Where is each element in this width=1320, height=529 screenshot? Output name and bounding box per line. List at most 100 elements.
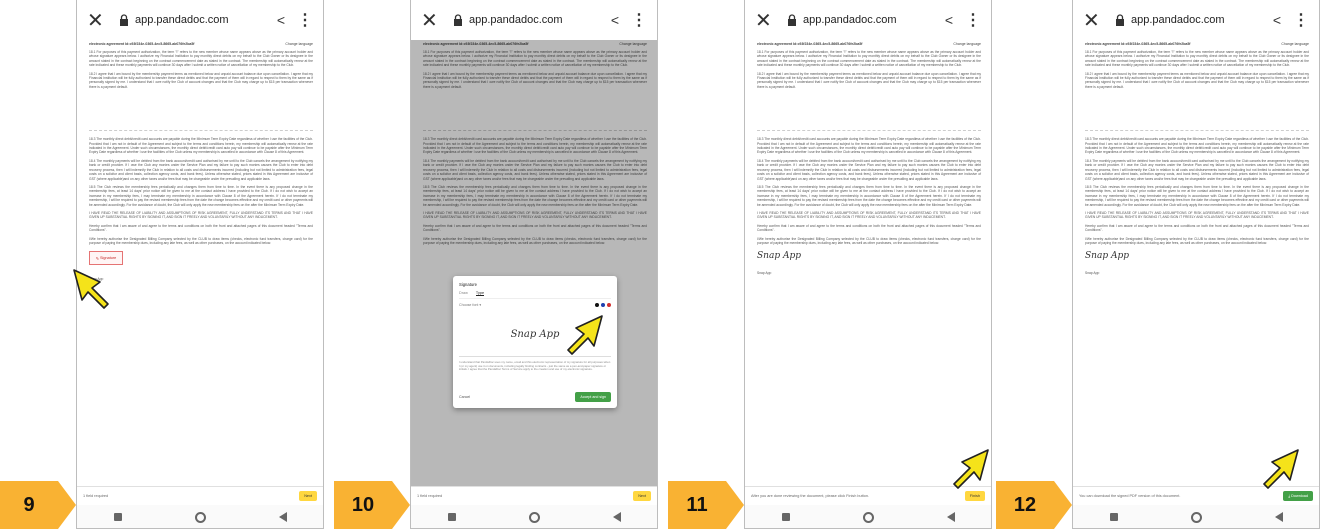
change-language-link[interactable]: Change language bbox=[953, 42, 981, 46]
url-text: app.pandadoc.com bbox=[469, 14, 563, 26]
paragraph: 18.4 The monthly payments will be debite… bbox=[89, 158, 313, 181]
recents-icon[interactable] bbox=[781, 513, 790, 521]
close-icon[interactable]: ✕ bbox=[755, 8, 777, 33]
back-icon[interactable] bbox=[612, 512, 621, 522]
step-badge: 11 bbox=[668, 481, 744, 529]
document-title: electronic agreement Id:c93f234e-0365-4e… bbox=[757, 42, 863, 46]
paragraph: I/We hereby authorise the Designated Bil… bbox=[757, 236, 981, 245]
paragraph: I HAVE READ THE RELEASE OF LIABILITY AND… bbox=[1085, 210, 1309, 220]
paragraph: 18.5 The Club reviews the membership fee… bbox=[89, 184, 313, 207]
paragraph: 18.4 The monthly payments will be debite… bbox=[757, 158, 981, 181]
close-icon[interactable]: ✕ bbox=[1083, 8, 1105, 33]
step-badge: 10 bbox=[334, 481, 410, 529]
paragraph: 18.1 For purposes of this payment author… bbox=[89, 50, 313, 68]
color-red-swatch[interactable] bbox=[607, 303, 611, 307]
signature-field[interactable]: ✎ Signature bbox=[89, 251, 123, 266]
home-icon[interactable] bbox=[862, 511, 874, 523]
document-title: electronic agreement Id:c93f234e-0365-4e… bbox=[1085, 42, 1191, 46]
font-row: Choose font ▾ bbox=[459, 303, 611, 307]
color-black-swatch[interactable] bbox=[595, 303, 599, 307]
url-text: app.pandadoc.com bbox=[803, 14, 897, 26]
browser-bar: ✕ app.pandadoc.com < ⋮ bbox=[745, 0, 991, 40]
change-language-link[interactable]: Change language bbox=[285, 42, 313, 46]
share-icon[interactable]: < bbox=[277, 12, 285, 28]
more-options-icon[interactable]: ⋮ bbox=[965, 10, 981, 30]
paragraph: Hereby confirm that I am aware of and ag… bbox=[89, 223, 313, 233]
android-nav-bar bbox=[411, 505, 657, 528]
phone-screen-step-9: ✕ app.pandadoc.com < ⋮ electronic agreem… bbox=[76, 0, 324, 529]
step-number: 10 bbox=[351, 493, 375, 516]
home-icon[interactable] bbox=[194, 511, 206, 523]
download-button[interactable]: ⤓ Download bbox=[1283, 490, 1313, 501]
share-icon[interactable]: < bbox=[611, 12, 619, 28]
signer-name: Snap App bbox=[1085, 271, 1100, 276]
lock-icon bbox=[120, 14, 128, 26]
page-break bbox=[89, 93, 313, 132]
android-nav-bar bbox=[1073, 505, 1319, 528]
finish-button[interactable]: Finish bbox=[964, 490, 985, 501]
share-icon[interactable]: < bbox=[1273, 12, 1281, 28]
back-icon[interactable] bbox=[278, 512, 287, 522]
close-icon[interactable]: ✕ bbox=[421, 8, 443, 33]
footer-bar: 1 field required Next bbox=[77, 486, 323, 504]
more-options-icon[interactable]: ⋮ bbox=[297, 10, 313, 30]
home-icon[interactable] bbox=[1190, 511, 1202, 523]
color-picker bbox=[595, 303, 611, 307]
step-number: 9 bbox=[23, 493, 35, 516]
paragraph: 18.4 The monthly payments will be debite… bbox=[1085, 158, 1309, 181]
lock-icon bbox=[1116, 14, 1124, 26]
paragraph: 18.5 The Club reviews the membership fee… bbox=[1085, 184, 1309, 207]
step-badge: 9 bbox=[0, 481, 76, 529]
home-icon[interactable] bbox=[528, 511, 540, 523]
step-number: 11 bbox=[686, 493, 708, 516]
document-body: electronic agreement Id:c93f234e-0365-4e… bbox=[1085, 42, 1309, 472]
more-options-icon[interactable]: ⋮ bbox=[631, 10, 647, 30]
accept-and-sign-button[interactable]: Accept and sign bbox=[575, 392, 611, 402]
url-text: app.pandadoc.com bbox=[135, 14, 229, 26]
paragraph: 18.2 I agree that I am bound by the memb… bbox=[89, 71, 313, 89]
phone-screen-step-10: ✕ app.pandadoc.com < ⋮ electronic agreem… bbox=[410, 0, 658, 529]
share-icon[interactable]: < bbox=[945, 12, 953, 28]
step-number: 12 bbox=[1013, 493, 1037, 516]
close-icon[interactable]: ✕ bbox=[87, 8, 109, 33]
tutorial-strip: ✕ app.pandadoc.com < ⋮ electronic agreem… bbox=[0, 0, 1320, 529]
tab-draw[interactable]: Draw bbox=[459, 291, 468, 296]
paragraph: 18.1 For purposes of this payment author… bbox=[757, 50, 981, 68]
paragraph: I HAVE READ THE RELEASE OF LIABILITY AND… bbox=[89, 210, 313, 220]
back-icon[interactable] bbox=[1274, 512, 1283, 522]
signature-field-label: Signature bbox=[99, 256, 117, 261]
back-icon[interactable] bbox=[946, 512, 955, 522]
paragraph: I/We hereby authorise the Designated Bil… bbox=[89, 236, 313, 245]
footer-bar: 1 field required Next bbox=[411, 486, 657, 504]
recents-icon[interactable] bbox=[447, 513, 456, 521]
recents-icon[interactable] bbox=[113, 513, 122, 521]
paragraph: 18.3 The monthly direct debit/credit car… bbox=[89, 137, 313, 155]
modal-backdrop[interactable] bbox=[411, 40, 657, 486]
paragraph: 18.2 I agree that I am bound by the memb… bbox=[1085, 71, 1309, 89]
modal-title: Signature bbox=[459, 282, 477, 287]
font-select-label: Choose font bbox=[459, 303, 479, 307]
change-language-link[interactable]: Change language bbox=[1281, 42, 1309, 46]
signer-name: Snap App bbox=[89, 277, 313, 281]
paragraph: 18.1 For purposes of this payment author… bbox=[1085, 50, 1309, 68]
document-title: electronic agreement Id:c93f234e-0365-4e… bbox=[89, 42, 195, 46]
footer-text: You can download the signed PDF version … bbox=[1079, 493, 1181, 498]
browser-bar: ✕ app.pandadoc.com < ⋮ bbox=[1073, 0, 1319, 40]
document-body: electronic agreement Id:c93f234e-0365-4e… bbox=[89, 42, 313, 472]
footer-text: After you are done reviewing the documen… bbox=[751, 493, 869, 498]
tab-type[interactable]: Type bbox=[475, 291, 485, 296]
color-blue-swatch[interactable] bbox=[601, 303, 605, 307]
signed-signature: Snap App bbox=[1085, 251, 1129, 262]
recents-icon[interactable] bbox=[1109, 513, 1118, 521]
document-body: electronic agreement Id:c93f234e-0365-4e… bbox=[757, 42, 981, 472]
paragraph: Hereby confirm that I am aware of and ag… bbox=[1085, 223, 1309, 233]
next-button[interactable]: Next bbox=[299, 490, 317, 501]
next-button[interactable]: Next bbox=[633, 490, 651, 501]
android-nav-bar bbox=[745, 505, 991, 528]
more-options-icon[interactable]: ⋮ bbox=[1293, 10, 1309, 30]
paragraph: 18.3 The monthly direct debit/credit car… bbox=[757, 137, 981, 155]
paragraph: I/We hereby authorise the Designated Bil… bbox=[1085, 236, 1309, 245]
cancel-button[interactable]: Cancel bbox=[459, 395, 470, 399]
document-header: electronic agreement Id:c93f234e-0365-4e… bbox=[757, 42, 981, 46]
font-select[interactable]: Choose font ▾ bbox=[459, 303, 481, 307]
